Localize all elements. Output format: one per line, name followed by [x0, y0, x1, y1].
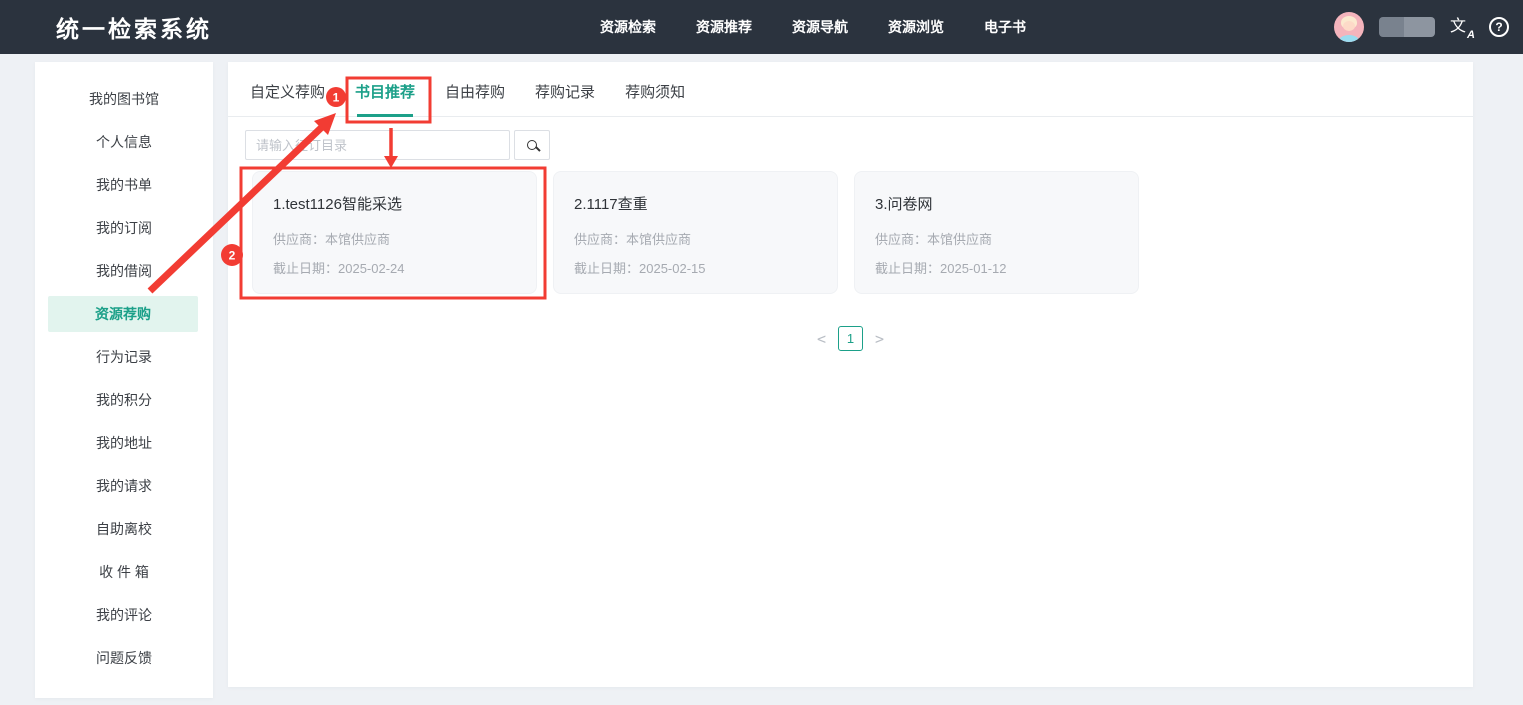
sidebar-item-my-borrowing[interactable]: 我的借阅	[35, 250, 213, 293]
sidebar-item-my-subscription[interactable]: 我的订阅	[35, 207, 213, 250]
nav-item-ebook[interactable]: 电子书	[984, 17, 1026, 37]
nav-item-resource-browse[interactable]: 资源浏览	[888, 17, 944, 37]
tab-custom-recommend[interactable]: 自定义荐购	[250, 72, 325, 117]
catalog-card-2[interactable]: 2.1117查重 供应商：本馆供应商 截止日期：2025-02-15	[553, 171, 838, 294]
topbar: 统一检索系统 资源检索 资源推荐 资源导航 资源浏览 电子书 文 A ?	[0, 0, 1523, 54]
card-supplier: 供应商：本馆供应商	[273, 225, 520, 254]
sidebar-item-behavior-records[interactable]: 行为记录	[35, 336, 213, 379]
sidebar-item-my-requests[interactable]: 我的请求	[35, 465, 213, 508]
sidebar-item-my-comments[interactable]: 我的评论	[35, 594, 213, 637]
sidebar: 我的图书馆 个人信息 我的书单 我的订阅 我的借阅 资源荐购 行为记录 我的积分…	[35, 62, 213, 698]
prev-page-button[interactable]: <	[817, 330, 826, 348]
sidebar-item-resource-recommendation[interactable]: 资源荐购	[48, 296, 198, 332]
card-supplier: 供应商：本馆供应商	[875, 225, 1122, 254]
card-supplier: 供应商：本馆供应商	[574, 225, 821, 254]
tab-free-recommend[interactable]: 自由荐购	[445, 72, 505, 117]
tab-booklist-recommend[interactable]: 书目推荐	[355, 72, 415, 117]
content-panel: 自定义荐购 书目推荐 自由荐购 荐购记录 荐购须知 1.test1126智能采选…	[228, 62, 1473, 687]
avatar[interactable]	[1334, 12, 1364, 42]
tab-recommend-notice[interactable]: 荐购须知	[625, 72, 685, 117]
card-deadline: 截止日期：2025-02-24	[273, 254, 520, 283]
sidebar-item-my-points[interactable]: 我的积分	[35, 379, 213, 422]
next-page-button[interactable]: >	[875, 330, 884, 348]
search-icon	[527, 140, 537, 150]
card-deadline: 截止日期：2025-01-12	[875, 254, 1122, 283]
sidebar-item-personal-info[interactable]: 个人信息	[35, 121, 213, 164]
catalog-card-1[interactable]: 1.test1126智能采选 供应商：本馆供应商 截止日期：2025-02-24	[252, 171, 537, 294]
pagination: < 1 >	[228, 326, 1473, 351]
card-deadline: 截止日期：2025-02-15	[574, 254, 821, 283]
search-row	[245, 130, 1473, 160]
nav-item-resource-recommend[interactable]: 资源推荐	[696, 17, 752, 37]
sidebar-item-inbox[interactable]: 收 件 箱	[35, 551, 213, 594]
user-area: 文 A ?	[1334, 0, 1509, 54]
search-input[interactable]	[245, 130, 510, 160]
sidebar-item-my-booklist[interactable]: 我的书单	[35, 164, 213, 207]
sidebar-item-my-address[interactable]: 我的地址	[35, 422, 213, 465]
sidebar-item-self-service-leave[interactable]: 自助离校	[35, 508, 213, 551]
page-number[interactable]: 1	[838, 326, 863, 351]
nav-item-resource-navigation[interactable]: 资源导航	[792, 17, 848, 37]
help-icon[interactable]: ?	[1489, 17, 1509, 37]
app-logo: 统一检索系统	[56, 10, 212, 44]
nav-item-resource-search[interactable]: 资源检索	[600, 17, 656, 37]
card-title: 2.1117查重	[574, 193, 821, 214]
username-redacted[interactable]	[1379, 17, 1435, 37]
sidebar-item-feedback[interactable]: 问题反馈	[35, 637, 213, 680]
card-title: 3.问卷网	[875, 193, 1122, 214]
search-button[interactable]	[514, 130, 550, 160]
tab-recommend-records[interactable]: 荐购记录	[535, 72, 595, 117]
avatar-face	[1343, 21, 1355, 31]
sidebar-item-my-library[interactable]: 我的图书馆	[35, 78, 213, 121]
help-icon-glyph: ?	[1495, 20, 1502, 34]
translate-icon-zh: 文	[1450, 18, 1466, 35]
catalog-card-3[interactable]: 3.问卷网 供应商：本馆供应商 截止日期：2025-01-12	[854, 171, 1139, 294]
tab-bar: 自定义荐购 书目推荐 自由荐购 荐购记录 荐购须知	[228, 62, 1473, 117]
translate-icon-latin: A	[1467, 29, 1475, 41]
recommendation-cards: 1.test1126智能采选 供应商：本馆供应商 截止日期：2025-02-24…	[252, 171, 1473, 294]
translate-icon[interactable]: 文 A	[1450, 15, 1474, 39]
avatar-body	[1339, 35, 1359, 42]
main-nav: 资源检索 资源推荐 资源导航 资源浏览 电子书	[600, 0, 1026, 54]
card-title: 1.test1126智能采选	[273, 193, 520, 214]
